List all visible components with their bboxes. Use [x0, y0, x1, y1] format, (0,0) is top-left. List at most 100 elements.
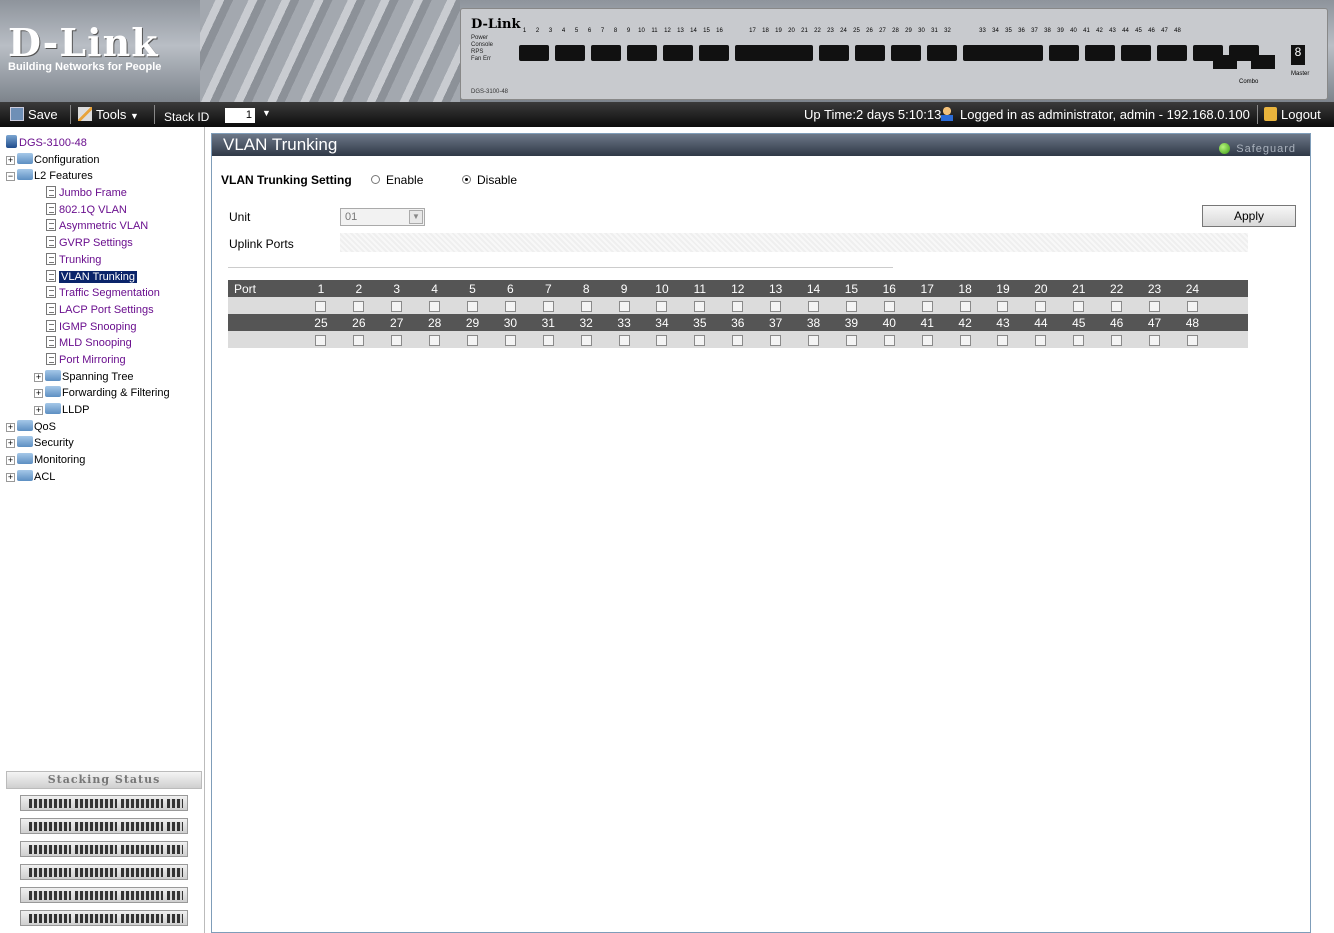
port-2-checkbox[interactable]: [353, 300, 365, 312]
stack-unit-1[interactable]: [20, 795, 188, 811]
tree-configuration[interactable]: + Configuration: [6, 152, 170, 169]
expand-icon[interactable]: +: [34, 389, 43, 399]
port-21-checkbox[interactable]: [1073, 300, 1085, 312]
expand-icon[interactable]: +: [6, 472, 15, 482]
port-number: 27: [390, 315, 404, 330]
port-32-checkbox[interactable]: [580, 334, 592, 346]
expand-icon[interactable]: +: [6, 456, 15, 466]
port-16-checkbox[interactable]: [883, 300, 895, 312]
port-1-checkbox[interactable]: [315, 300, 327, 312]
tree-traffic-segmentation[interactable]: Traffic Segmentation: [6, 285, 170, 302]
tree-mld-snooping[interactable]: MLD Snooping: [6, 335, 170, 352]
expand-icon[interactable]: +: [34, 406, 43, 415]
port-37-checkbox[interactable]: [770, 334, 782, 346]
tree-port-mirroring[interactable]: Port Mirroring: [6, 352, 170, 369]
port-26-checkbox[interactable]: [353, 334, 365, 346]
port-17-checkbox[interactable]: [921, 300, 933, 312]
port-6-checkbox[interactable]: [504, 300, 516, 312]
port-14-checkbox[interactable]: [808, 300, 820, 312]
port-43-checkbox[interactable]: [997, 334, 1009, 346]
radio-icon[interactable]: [371, 175, 380, 184]
tree-asymmetric-vlan[interactable]: Asymmetric VLAN: [6, 218, 170, 235]
port-30-checkbox[interactable]: [504, 334, 516, 346]
tree-spanning-tree[interactable]: + Spanning Tree: [6, 369, 170, 386]
port-35-checkbox[interactable]: [694, 334, 706, 346]
port-20-checkbox[interactable]: [1035, 300, 1047, 312]
port-19-checkbox[interactable]: [997, 300, 1009, 312]
radio-selected-icon[interactable]: [462, 175, 471, 184]
port-22-checkbox[interactable]: [1111, 300, 1123, 312]
port-9-checkbox[interactable]: [618, 300, 630, 312]
port-31-checkbox[interactable]: [542, 334, 554, 346]
unit-select[interactable]: 01 ▼: [340, 208, 425, 226]
expand-icon[interactable]: +: [6, 439, 15, 449]
port-7-checkbox[interactable]: [542, 300, 554, 312]
port-38-checkbox[interactable]: [808, 334, 820, 346]
port-12-checkbox[interactable]: [732, 300, 744, 312]
stacking-status-header[interactable]: Stacking Status: [6, 771, 202, 789]
port-39-checkbox[interactable]: [845, 334, 857, 346]
port-27-checkbox[interactable]: [391, 334, 403, 346]
port-36-checkbox[interactable]: [732, 334, 744, 346]
tree-monitoring[interactable]: + Monitoring: [6, 452, 170, 469]
port-15-checkbox[interactable]: [845, 300, 857, 312]
port-34-checkbox[interactable]: [656, 334, 668, 346]
port-23-checkbox[interactable]: [1149, 300, 1161, 312]
port-33-checkbox[interactable]: [618, 334, 630, 346]
chevron-down-icon[interactable]: ▼: [409, 210, 423, 224]
stack-unit-4[interactable]: [20, 864, 188, 880]
port-5-checkbox[interactable]: [467, 300, 478, 312]
tree-gvrp-settings[interactable]: GVRP Settings: [6, 235, 170, 252]
expand-icon[interactable]: +: [34, 372, 43, 382]
port-11-checkbox[interactable]: [694, 300, 706, 312]
enable-radio[interactable]: Enable: [371, 173, 423, 187]
port-46-checkbox[interactable]: [1111, 334, 1123, 346]
stack-unit-2[interactable]: [20, 818, 188, 834]
port-number: 35: [693, 315, 707, 330]
tools-menu[interactable]: Tools ▼: [78, 107, 139, 122]
tree-qos[interactable]: + QoS: [6, 419, 170, 436]
tree-lacp-port-settings[interactable]: LACP Port Settings: [6, 302, 170, 319]
port-41-checkbox[interactable]: [921, 334, 933, 346]
collapse-icon[interactable]: −: [6, 172, 15, 182]
logout-button[interactable]: Logout: [1264, 107, 1321, 122]
port-29-checkbox[interactable]: [467, 334, 478, 346]
port-18-checkbox[interactable]: [959, 300, 971, 312]
status-led-icon: [1219, 143, 1231, 154]
port-45-checkbox[interactable]: [1073, 334, 1085, 346]
expand-icon[interactable]: +: [6, 155, 15, 165]
port-10-checkbox[interactable]: [656, 300, 668, 312]
port-8-checkbox[interactable]: [580, 300, 592, 312]
port-13-checkbox[interactable]: [770, 300, 782, 312]
port-4-checkbox[interactable]: [429, 300, 441, 312]
port-44-checkbox[interactable]: [1035, 334, 1047, 346]
port-24-checkbox[interactable]: [1186, 300, 1198, 312]
stack-id-dropdown-icon[interactable]: ▼: [262, 108, 271, 118]
tree-igmp-snooping[interactable]: IGMP Snooping: [6, 319, 170, 336]
stack-unit-6[interactable]: [20, 910, 188, 926]
tree-forwarding-filtering[interactable]: + Forwarding & Filtering: [6, 385, 170, 402]
tree-security[interactable]: + Security: [6, 435, 170, 452]
save-button[interactable]: Save: [10, 107, 58, 122]
tree-jumbo-frame[interactable]: Jumbo Frame: [6, 185, 170, 202]
stack-unit-3[interactable]: [20, 841, 188, 857]
tree-lldp[interactable]: + LLDP: [6, 402, 170, 419]
port-40-checkbox[interactable]: [883, 334, 895, 346]
apply-button[interactable]: Apply: [1202, 205, 1296, 227]
expand-icon[interactable]: +: [6, 422, 15, 432]
port-48-checkbox[interactable]: [1186, 334, 1198, 346]
tree-trunking[interactable]: Trunking: [6, 252, 170, 269]
tree-root[interactable]: DGS-3100-48: [6, 135, 170, 152]
port-3-checkbox[interactable]: [391, 300, 403, 312]
port-42-checkbox[interactable]: [959, 334, 971, 346]
tree-l2-features[interactable]: − L2 Features: [6, 168, 170, 185]
port-47-checkbox[interactable]: [1149, 334, 1161, 346]
stack-id-select[interactable]: 1: [225, 108, 255, 123]
tree-vlan-trunking[interactable]: VLAN Trunking: [6, 269, 170, 286]
port-25-checkbox[interactable]: [315, 334, 327, 346]
stack-unit-5[interactable]: [20, 887, 188, 903]
disable-radio[interactable]: Disable: [462, 173, 517, 187]
tree-8021q-vlan[interactable]: 802.1Q VLAN: [6, 202, 170, 219]
tree-acl[interactable]: + ACL: [6, 469, 170, 486]
port-28-checkbox[interactable]: [429, 334, 441, 346]
